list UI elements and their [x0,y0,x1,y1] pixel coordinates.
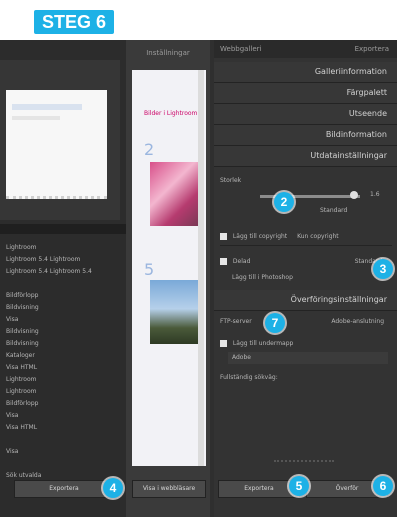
gallery-export-label: Exportera [354,45,389,53]
shared-checkbox-label: Delad [232,258,251,265]
callout-2: 2 [274,192,294,212]
shared-checkbox-row[interactable]: Delad Standard [220,256,392,268]
list-item[interactable]: Bildvisning [6,338,118,350]
template-list[interactable]: Lightroom Lightroom 5.4 Lightroom Lightr… [6,242,118,479]
page-preview-content [12,116,60,120]
middle-panel: Inställningar Bilder i Lightroom 2 5 Vis… [126,40,210,517]
list-item[interactable] [6,434,118,446]
copyright-select[interactable]: Kun copyright [297,233,339,240]
section-header[interactable]: Bildinformation [214,125,397,146]
upload-settings: FTP-server Adobe-anslutning Lägg till un… [220,316,392,426]
list-item[interactable]: Lightroom [6,386,118,398]
left-panel-divider [0,224,126,234]
ftp-server-select[interactable]: Adobe-anslutning [331,316,384,328]
list-item[interactable]: Bildvisning [6,326,118,338]
thumb-number: 5 [144,260,155,279]
section-header[interactable]: Färgpalett [214,83,397,104]
shared-subline: Lägg till i Photoshop [232,274,293,281]
list-item[interactable]: Kataloger [6,350,118,362]
middle-header: Inställningar [146,49,190,57]
ftp-row[interactable]: FTP-server Adobe-anslutning [220,316,392,328]
copyright-checkbox-label: Lägg till copyright [232,233,288,240]
list-item[interactable]: Visa HTML [6,422,118,434]
quality-note: Standard [320,207,348,214]
section-header[interactable]: Galleriinformation [214,62,397,83]
list-item[interactable]: Bildförlopp [6,290,118,302]
callout-5: 5 [289,476,309,496]
list-item[interactable] [6,458,118,470]
callout-7: 7 [265,313,285,333]
step-label: STEG 6 [34,10,114,34]
copyright-checkbox[interactable] [220,233,227,240]
list-item[interactable]: Lightroom [6,242,118,254]
quality-label: Storlek [220,177,242,184]
preview-in-browser-button[interactable]: Visa i webbläsare [132,480,206,498]
subfolder-checkbox-row[interactable]: Lägg till undermapp [220,338,392,350]
quality-value: 1.6 [370,191,380,198]
export-button[interactable]: Exportera [14,480,114,498]
preview-caption: Bilder i Lightroom [144,110,198,117]
upload-section-header[interactable]: Överföringsinställningar [214,290,397,311]
ftp-label: FTP-server [220,318,252,325]
subfolder-input[interactable]: Adobe [228,352,388,364]
gallery-title: Webbgalleri [220,45,262,53]
list-item[interactable]: Visa [6,446,118,458]
copyright-checkbox-row[interactable]: Lägg till copyright Kun copyright [220,231,392,243]
left-panel: Lightroom Lightroom 5.4 Lightroom Lightr… [0,40,126,517]
right-panel-ornament [274,440,334,462]
export-button-right[interactable]: Exportera [218,480,300,498]
callout-3: 3 [373,259,393,279]
callout-4: 4 [103,478,123,498]
list-item[interactable] [6,278,118,290]
subfolder-checkbox[interactable] [220,340,227,347]
full-path-label: Fullständig sökväg: [220,374,278,381]
subfolder-checkbox-label: Lägg till undermapp [232,340,294,347]
building-thumbnail[interactable] [150,280,198,344]
page-preview [6,90,107,199]
list-item[interactable]: Lightroom 5.4 Lightroom [6,254,118,266]
list-item[interactable]: Visa HTML [6,362,118,374]
list-item[interactable]: Bildvisning [6,302,118,314]
page-preview-content [12,104,82,110]
web-preview: Bilder i Lightroom 2 5 [132,70,206,466]
list-item[interactable]: Lightroom [6,374,118,386]
list-item[interactable]: Visa [6,410,118,422]
list-item[interactable]: Visa [6,314,118,326]
lightroom-window: Lightroom Lightroom 5.4 Lightroom Lightr… [0,40,397,517]
flower-thumbnail[interactable] [150,162,198,226]
list-item[interactable]: Bildförlopp [6,398,118,410]
thumb-number: 2 [144,140,155,159]
right-top-bar: Webbgalleri Exportera [214,40,397,58]
section-header[interactable]: Utseende [214,104,397,125]
middle-scrollbar[interactable] [198,70,204,466]
right-panel: Webbgalleri Exportera Galleriinformation… [214,40,397,517]
section-list: Galleriinformation Färgpalett Utseende B… [214,62,397,167]
section-header[interactable]: Utdatainställningar [214,146,397,167]
list-item[interactable]: Lightroom 5.4 Lightroom 5.4 [6,266,118,278]
shared-checkbox[interactable] [220,258,227,265]
quality-slider-thumb[interactable] [350,191,358,199]
callout-6: 6 [373,476,393,496]
